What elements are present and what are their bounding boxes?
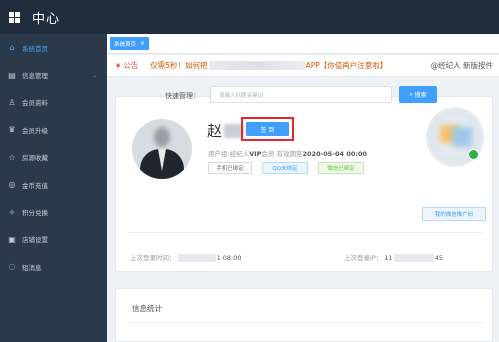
sidebar-item-label: 店铺设置 — [22, 236, 48, 245]
notice-icon: ♦ — [115, 61, 122, 70]
quick-manage-label: 快速管理： — [165, 92, 200, 100]
redacted-text — [208, 61, 305, 70]
redacted-value — [177, 254, 216, 262]
sidebar-item-shop-settings[interactable]: ▣ 店铺设置 — [0, 226, 107, 253]
sidebar-item-label: 金币充值 — [22, 181, 48, 190]
notice-prefix: 公告 — [123, 61, 139, 70]
stats-card: 信息统计 — [115, 288, 493, 342]
notice-right-text[interactable]: @经纪人 新版按件 — [431, 60, 493, 71]
phone-bind-button[interactable]: 手机已绑定 — [208, 162, 252, 174]
user-name: 赵 — [207, 122, 223, 140]
home-icon: ⌂ — [9, 43, 15, 53]
app-grid-icon[interactable] — [9, 11, 20, 23]
star-icon: ☆ — [8, 152, 16, 162]
sidebar-item-member-upgrade[interactable]: ♛ 会员升级 — [0, 116, 107, 143]
tab-home[interactable]: 系统首页 × — [110, 37, 150, 50]
sidebar-item-info-management[interactable]: ▤ 信息管理 ⌄ — [0, 61, 107, 88]
notice-bar: ♦ 公告 仅需5秒！如何把 APP【你值再户注意啦】 @经纪人 新版按件 — [107, 55, 499, 77]
shop-icon: ▣ — [8, 234, 16, 244]
wechat-icon — [468, 149, 479, 160]
signin-button[interactable]: 签 到 — [246, 122, 289, 136]
last-login-ip: 上次登录IP： 11 45 — [344, 254, 443, 262]
sidebar-item-points-exchange[interactable]: ✧ 积分兑换 — [0, 198, 107, 225]
search-input[interactable]: 请输入标题关键词 — [210, 86, 392, 103]
sidebar-item-favorites[interactable]: ☆ 房源收藏 — [0, 144, 107, 171]
sidebar-item-label: 会员资料 — [22, 99, 48, 108]
divider — [128, 322, 482, 323]
stats-title: 信息统计 — [132, 304, 162, 313]
notice-text-start[interactable]: 仅需5秒！如何把 — [150, 60, 207, 71]
app-title: 中心 — [32, 11, 61, 27]
top-bar: 中心 — [0, 0, 499, 34]
document-icon: ▤ — [8, 70, 16, 80]
last-login-time: 上次登录时间： 1 08:00 — [130, 254, 242, 262]
gift-icon: ✧ — [8, 207, 16, 217]
notice-text-end[interactable]: APP【你值再户注意啦】 — [306, 60, 388, 71]
message-icon: ◌ — [8, 262, 16, 272]
divider — [128, 232, 482, 233]
sidebar-item-label: 积分兑换 — [22, 209, 48, 218]
main-content: 系统首页 × ♦ 公告 仅需5秒！如何把 APP【你值再户注意啦】 @经纪人 新… — [107, 34, 499, 342]
search-button[interactable]: ⌕ 搜索 — [399, 86, 437, 103]
qr-code-image — [426, 107, 484, 167]
crown-icon: ♛ — [8, 125, 16, 135]
wechat-bind-button[interactable]: 微信已绑定 — [318, 162, 364, 174]
sidebar-item-label: 短消息 — [22, 263, 42, 272]
avatar — [132, 119, 192, 179]
sidebar-item-label: 信息管理 — [22, 72, 48, 81]
profile-card: 赵 签 到 用户组:经纪人VIP会员 有效期至2020-05-04 00:00 … — [115, 96, 493, 272]
user-icon: ♙ — [8, 97, 16, 107]
sidebar-item-home[interactable]: ⌂ 系统首页 — [0, 34, 107, 61]
sidebar-item-member-profile[interactable]: ♙ 会员资料 — [0, 89, 107, 116]
tabs-bar: 系统首页 × — [107, 34, 499, 54]
redacted-value — [393, 254, 434, 262]
coin-icon: ◎ — [8, 180, 16, 190]
close-icon[interactable]: × — [140, 40, 145, 47]
sidebar-item-messages[interactable]: ◌ 短消息 — [0, 253, 107, 280]
signin-label: 签 到 — [260, 126, 275, 134]
sidebar-item-label: 会员升级 — [22, 126, 48, 135]
sidebar-item-label: 房源收藏 — [22, 154, 48, 163]
sidebar-item-label: 系统首页 — [22, 44, 48, 53]
qr-promo-button[interactable]: 我的微信推广码 — [422, 207, 486, 221]
chevron-down-icon: ⌄ — [91, 71, 97, 79]
user-group-line: 用户组:经纪人VIP会员 有效期至2020-05-04 00:00 — [208, 150, 368, 158]
tab-label: 系统首页 — [114, 41, 137, 48]
sidebar-item-recharge[interactable]: ◎ 金币充值 — [0, 171, 107, 198]
sidebar: ⌂ 系统首页 ▤ 信息管理 ⌄ ♙ 会员资料 ♛ 会员升级 ☆ 房源收藏 ◎ 金… — [0, 34, 107, 342]
qq-bind-button[interactable]: QQ未绑定 — [262, 162, 308, 174]
